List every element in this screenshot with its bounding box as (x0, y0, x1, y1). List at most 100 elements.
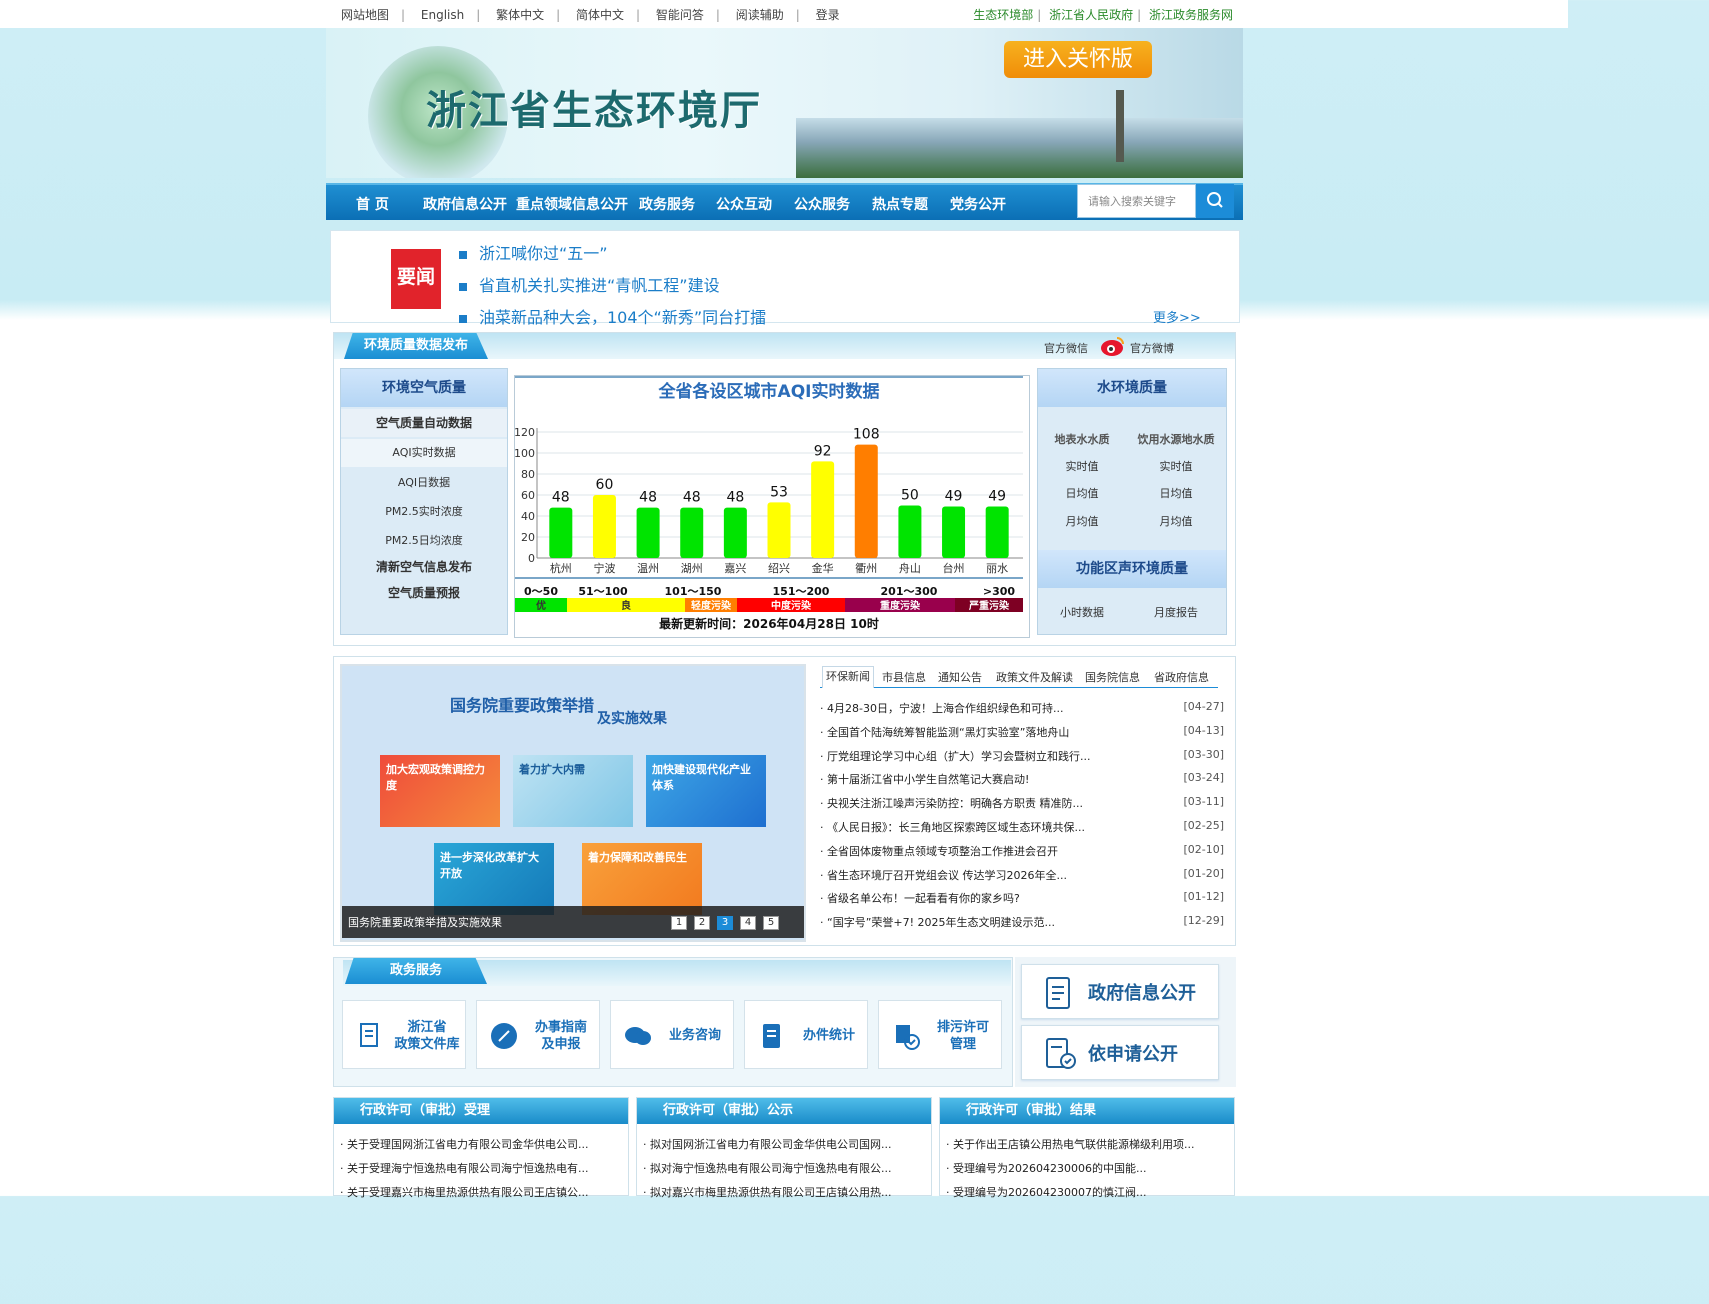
english-link[interactable]: English (415, 8, 470, 22)
discharge-permit-button[interactable]: 排污许可 管理 (878, 1000, 1002, 1069)
slide-page-4[interactable]: 4 (740, 916, 756, 930)
drinking-realtime-link[interactable]: 实时值 (1126, 458, 1226, 474)
news-list-row[interactable]: · 央视关注浙江噪声污染防控：明确各方职责 精准防... [03-11] (820, 795, 1226, 815)
site-map-link[interactable]: 网站地图 (335, 8, 395, 22)
slide-page-5[interactable]: 5 (763, 916, 779, 930)
env-tab-title[interactable]: 环境质量数据发布 (344, 333, 488, 359)
tab-prov-gov[interactable]: 省政府信息 (1154, 669, 1209, 685)
service-label: 办件统计 (802, 1028, 855, 1043)
tab-notices[interactable]: 通知公告 (938, 669, 982, 685)
traditional-chinese-link[interactable]: 繁体中文 (490, 8, 550, 22)
weibo-link[interactable]: 官方微博 (1130, 340, 1174, 356)
news-more-link[interactable]: 更多>> (1153, 307, 1201, 326)
pm25-realtime-link[interactable]: PM2.5实时浓度 (341, 498, 507, 526)
surface-monthly-link[interactable]: 月均值 (1038, 513, 1126, 529)
slide-tile: 加快建设现代化产业体系 (646, 755, 766, 827)
aqi-value-label: 108 (853, 427, 880, 443)
tab-state-council[interactable]: 国务院信息 (1085, 669, 1140, 685)
noise-hourly-link[interactable]: 小时数据 (1038, 604, 1126, 620)
list-item[interactable]: · 关于受理嘉兴市梅里热源供热有限公司王店镇公... (340, 1184, 622, 1200)
list-item[interactable]: · 关于受理海宁恒逸热电有限公司海宁恒逸热电有... (340, 1160, 622, 1176)
legend-label: 优 (536, 599, 546, 612)
air-quality-title: 环境空气质量 (341, 369, 507, 407)
nav-interaction[interactable]: 公众互动 (716, 194, 772, 214)
nav-key-fields[interactable]: 重点领域信息公开 (516, 194, 628, 214)
air-auto-data[interactable]: 空气质量自动数据 (341, 409, 507, 437)
apply-disclosure-button[interactable]: 依申请公开 (1021, 1025, 1219, 1080)
consult-button[interactable]: 业务咨询 (610, 1000, 734, 1069)
service-tab-title[interactable]: 政务服务 (345, 958, 487, 984)
x-tick-label: 衢州 (855, 562, 877, 575)
search-button[interactable] (1196, 184, 1234, 218)
policy-slider[interactable]: 国务院重要政策举措 及实施效果 加大宏观政策调控力度 着力扩大内需 加快建设现代… (340, 664, 806, 942)
nav-gov-service[interactable]: 政务服务 (639, 194, 695, 214)
news-list-row[interactable]: · 全省固体废物重点领域专项整治工作推进会召开 [02-10] (820, 843, 1226, 863)
tab-env-news[interactable]: 环保新闻 (822, 666, 874, 688)
stats-button[interactable]: 办件统计 (744, 1000, 868, 1069)
nav-home[interactable]: 首 页 (356, 194, 389, 214)
drinking-monthly-link[interactable]: 月均值 (1126, 513, 1226, 529)
guide-apply-button[interactable]: 办事指南 及申报 (476, 1000, 600, 1069)
gov-info-disclosure-button[interactable]: 政府信息公开 (1021, 964, 1219, 1019)
simplified-chinese-link[interactable]: 简体中文 (570, 8, 630, 22)
surface-realtime-link[interactable]: 实时值 (1038, 458, 1126, 474)
news-list-row[interactable]: · “国字号”荣誉+7! 2025年生态文明建设示范... [12-29] (820, 914, 1226, 934)
nav-party-affairs[interactable]: 党务公开 (950, 194, 1006, 214)
slide-page-2[interactable]: 2 (694, 916, 710, 930)
login-link[interactable]: 登录 (810, 8, 846, 22)
smart-qa-link[interactable]: 智能问答 (650, 8, 710, 22)
mee-link[interactable]: 生态环境部 (973, 8, 1033, 22)
list-item[interactable]: · 关于受理国网浙江省电力有限公司金华供电公司... (340, 1136, 622, 1152)
list-item[interactable]: · 拟对嘉兴市梅里热源供热有限公司王店镇公用热... (643, 1184, 925, 1200)
slide-page-1[interactable]: 1 (671, 916, 687, 930)
news-list-date: [02-10] (1183, 842, 1224, 856)
service-label: 浙江省 政策文件库 (394, 1019, 460, 1052)
list-item[interactable]: · 受理编号为202604230007的慎江阀... (946, 1184, 1228, 1200)
news-list-row[interactable]: · 厅党组理论学习中心组（扩大）学习会暨树立和践行... [03-30] (820, 748, 1226, 768)
surface-daily-link[interactable]: 日均值 (1038, 485, 1126, 501)
tab-city-info[interactable]: 市县信息 (882, 669, 926, 685)
nav-gov-info[interactable]: 政府信息公开 (423, 194, 507, 214)
zj-gov-link[interactable]: 浙江省人民政府 (1049, 8, 1133, 22)
aqi-bar (680, 507, 704, 558)
list-title: 行政许可（审批）受理 (334, 1098, 628, 1124)
reading-aid-link[interactable]: 阅读辅助 (730, 8, 790, 22)
nav-public-service[interactable]: 公众服务 (794, 194, 850, 214)
chat-icon (625, 1027, 651, 1045)
news-list-title: · 央视关注浙江噪声污染防控：明确各方职责 精准防... (820, 797, 1083, 811)
aqi-daily-link[interactable]: AQI日数据 (341, 469, 507, 497)
news-list-row[interactable]: · 省级名单公布！一起看看有你的家乡吗? [01-12] (820, 890, 1226, 910)
nav-hot-topics[interactable]: 热点专题 (872, 194, 928, 214)
noise-monthly-link[interactable]: 月度报告 (1126, 604, 1226, 620)
zj-service-link[interactable]: 浙江政务服务网 (1149, 8, 1233, 22)
aqi-bar (723, 507, 747, 558)
legend-label: 轻度污染 (691, 599, 732, 612)
news-item[interactable]: 油菜新品种大会，104个“新秀”同台打擂 (459, 304, 766, 328)
aqi-realtime-link[interactable]: AQI实时数据 (341, 439, 507, 467)
news-list-row[interactable]: · 全国首个陆海统筹智能监测“黑灯实验室”落地舟山 [04-13] (820, 724, 1226, 744)
search-input[interactable]: 请输入搜索关键字 (1077, 184, 1196, 218)
pm25-daily-link[interactable]: PM2.5日均浓度 (341, 527, 507, 555)
slide-page-3[interactable]: 3 (717, 916, 733, 930)
news-list-row[interactable]: · 省生态环境厅召开党组会议 传达学习2026年全... [01-20] (820, 867, 1226, 887)
tab-policy-docs[interactable]: 政策文件及解读 (996, 669, 1073, 685)
aqi-value-label: 50 (901, 488, 919, 504)
fresh-air-link[interactable]: 清新空气信息发布 (341, 555, 507, 579)
wechat-link[interactable]: 官方微信 (1044, 340, 1088, 356)
news-list-row[interactable]: · 《人民日报》：长三角地区探索跨区域生态环境共保... [02-25] (820, 819, 1226, 839)
list-item[interactable]: · 关于作出王店镇公用热电气联供能源梯级利用项... (946, 1136, 1228, 1152)
news-list-row[interactable]: · 4月28-30日，宁波！上海合作组织绿色和可持... [04-27] (820, 700, 1226, 720)
news-item[interactable]: 浙江喊你过“五一” (459, 240, 608, 264)
legend-range: 201～300 (881, 585, 938, 598)
list-item[interactable]: · 受理编号为202604230006的中国能... (946, 1160, 1228, 1176)
care-version-button[interactable]: 进入关怀版 (1004, 41, 1152, 78)
news-list-row[interactable]: · 第十届浙江省中小学生自然笔记大赛启动! [03-24] (820, 771, 1226, 791)
y-tick-label: 60 (521, 489, 535, 502)
drinking-daily-link[interactable]: 日均值 (1126, 485, 1226, 501)
list-item[interactable]: · 拟对国网浙江省电力有限公司金华供电公司国网... (643, 1136, 925, 1152)
news-item[interactable]: 省直机关扎实推进“青帆工程”建设 (459, 272, 720, 296)
air-forecast-link[interactable]: 空气质量预报 (341, 581, 507, 605)
list-item[interactable]: · 拟对海宁恒逸热电有限公司海宁恒逸热电有限公... (643, 1160, 925, 1176)
drinking-water-label: 饮用水源地水质 (1137, 433, 1215, 446)
policy-library-button[interactable]: 浙江省 政策文件库 (342, 1000, 466, 1069)
